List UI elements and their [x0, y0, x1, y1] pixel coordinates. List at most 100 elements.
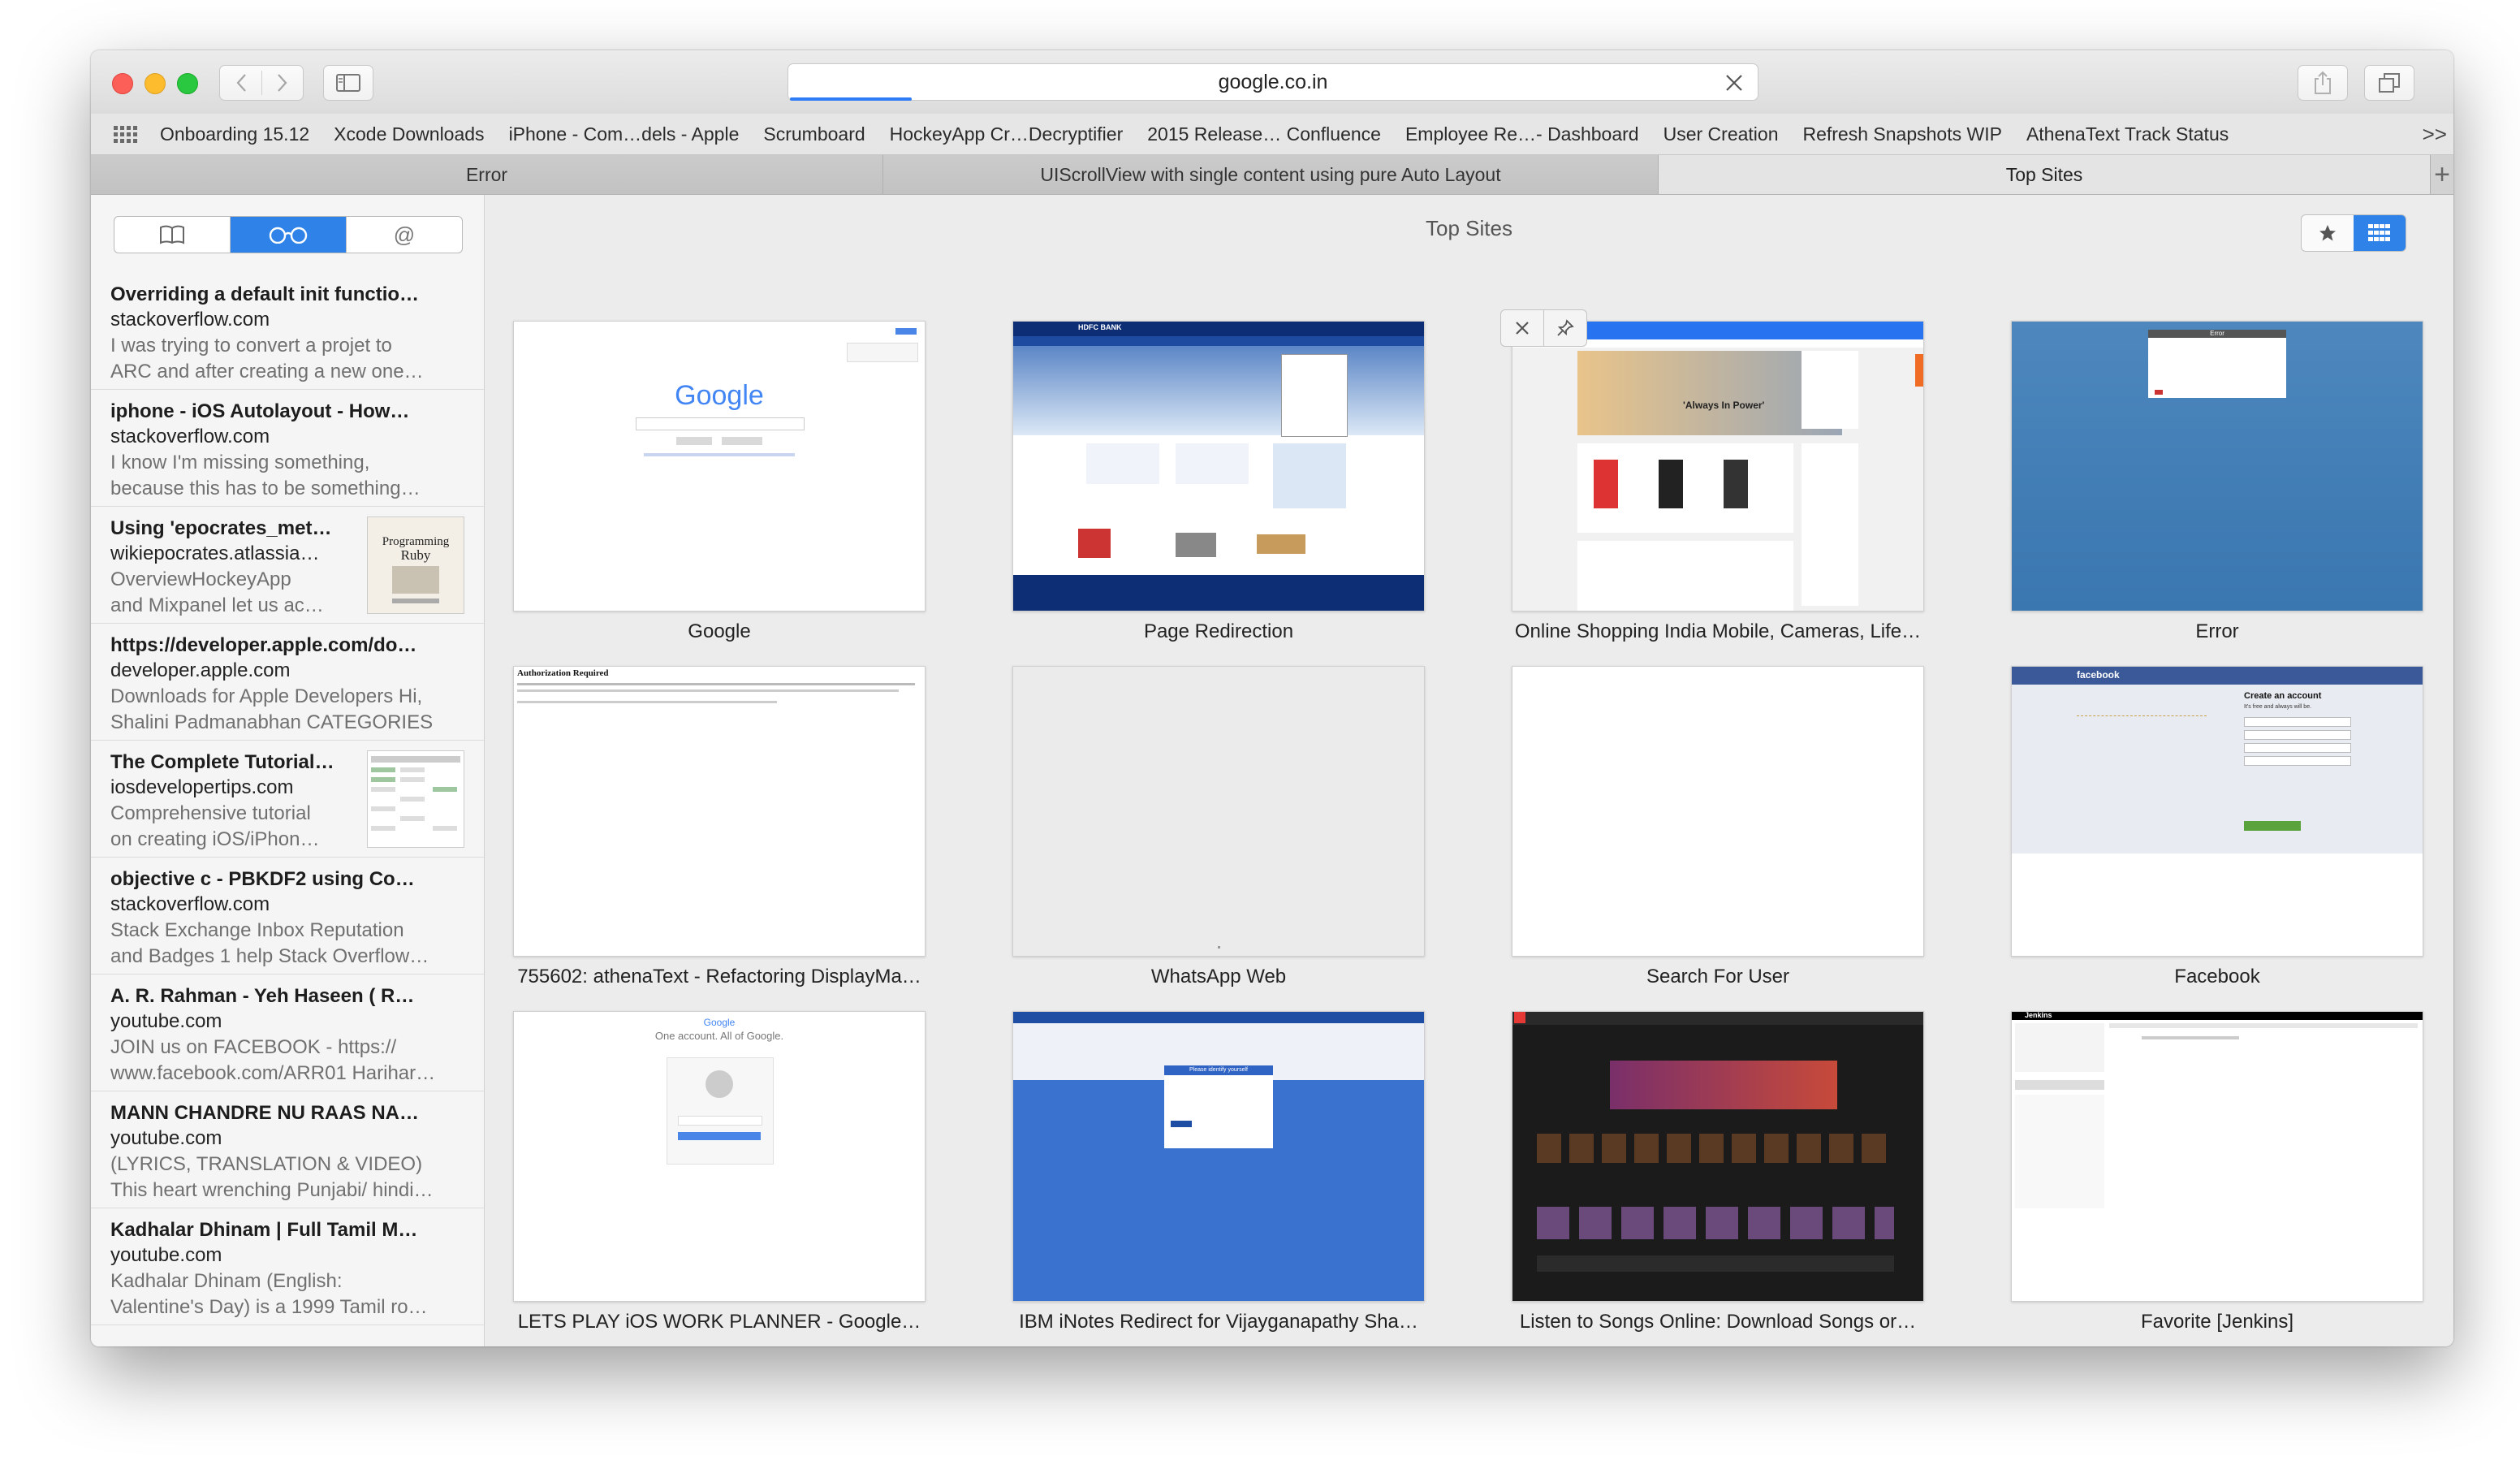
remove-site-button[interactable] [1500, 309, 1544, 347]
tile-label: WhatsApp Web [1150, 966, 1287, 987]
item-description: JOIN us on FACEBOOK - https:// [110, 1036, 397, 1058]
show-all-tabs-button[interactable] [2364, 65, 2414, 101]
top-sites-grid-icon[interactable] [114, 124, 138, 144]
item-description: Valentine's Day) is a 1999 Tamil ro… [110, 1296, 428, 1318]
site-thumbnail: Jenkins [2011, 1011, 2423, 1302]
item-description: (LYRICS, TRANSLATION & VIDEO) [110, 1153, 423, 1175]
top-site-tile[interactable]: Error Error [2011, 321, 2423, 644]
more-bookmarks-chevron-icon[interactable]: >> [2423, 122, 2447, 147]
bookmark-item[interactable]: User Creation [1651, 123, 1791, 145]
tile-label: Search For User [1646, 966, 1790, 987]
top-sites-view-button[interactable] [2354, 215, 2406, 251]
top-site-tile[interactable]: Jenkins Favorite [Jenkins] [2011, 1011, 2423, 1334]
item-title: Using 'epocrates_met… [110, 517, 332, 539]
reading-list-item[interactable]: The Complete Tutorial… iosdevelopertips.… [91, 741, 484, 858]
chevron-right-icon [277, 74, 287, 92]
tab-error[interactable]: Error [91, 155, 883, 194]
reading-list-item[interactable]: iphone - iOS Autolayout - How… stackover… [91, 390, 484, 507]
tabs-overview-icon [2379, 73, 2400, 93]
item-domain: stackoverflow.com [110, 426, 270, 447]
shared-links-tab[interactable]: @ [347, 217, 462, 253]
tab-top-sites[interactable]: Top Sites [1659, 155, 2431, 194]
bookmarks-tab[interactable] [114, 217, 231, 253]
sidebar: @ Overriding a default init functio… sta… [91, 195, 485, 1346]
top-site-tile[interactable]: 'Always In Power' Online Shopping India … [1500, 309, 1924, 644]
item-title: objective c - PBKDF2 using Co… [110, 868, 415, 890]
item-description: and Mixpanel let us ac… [110, 594, 324, 616]
site-thumbnail [1012, 666, 1425, 957]
item-title: Overriding a default init functio… [110, 283, 420, 305]
bookmark-item[interactable]: HockeyApp Cr…Decryptifier [878, 123, 1136, 145]
favorites-view-button[interactable] [2302, 215, 2354, 251]
bookmark-item[interactable]: Xcode Downloads [321, 123, 496, 145]
top-site-tile[interactable]: Google Google [513, 321, 926, 644]
close-icon [1516, 322, 1529, 335]
bookmark-item[interactable]: AthenaText Track Status [2014, 123, 2241, 145]
share-button[interactable] [2298, 65, 2348, 101]
top-site-tile[interactable]: HDFC BANK Page Redirection [1012, 321, 1425, 644]
item-description: and Badges 1 help Stack Overflow… [110, 945, 429, 967]
item-description: Shalini Padmanabhan CATEGORIES [110, 711, 434, 733]
reading-list-item[interactable]: MANN CHANDRE NU RAAS NA… youtube.com (LY… [91, 1091, 484, 1208]
item-title: iphone - iOS Autolayout - How… [110, 400, 410, 422]
share-icon [2315, 71, 2331, 94]
reading-list-item[interactable]: Kadhalar Dhinam | Full Tamil M… youtube.… [91, 1208, 484, 1325]
reading-list-tab[interactable] [231, 217, 347, 253]
tab-label: Error [465, 163, 508, 185]
top-site-tile[interactable]: Authorization Required 755602: athenaTex… [513, 666, 926, 989]
pin-icon [1557, 319, 1574, 336]
reading-list-item[interactable]: https://developer.apple.com/do… develope… [91, 624, 484, 741]
item-description: I was trying to convert a projet to [110, 335, 392, 357]
close-window-button[interactable] [112, 73, 133, 94]
item-domain: youtube.com [110, 1127, 222, 1149]
reading-list-item[interactable]: Overriding a default init functio… stack… [91, 273, 484, 390]
zoom-window-button[interactable] [177, 73, 198, 94]
forward-button[interactable] [261, 66, 303, 100]
toolbar: google.co.in [91, 50, 2453, 115]
book-cover-thumbnail: Programming Ruby [367, 516, 464, 614]
top-site-tile[interactable]: Search For User [1512, 666, 1924, 989]
plus-icon: + [2434, 158, 2450, 190]
item-description: on creating iOS/iPhon… [110, 828, 320, 850]
item-title: The Complete Tutorial… [110, 751, 334, 773]
reading-list-item[interactable]: Using 'epocrates_met… wikiepocrates.atla… [91, 507, 484, 624]
close-icon[interactable] [1724, 72, 1745, 93]
minimize-window-button[interactable] [145, 73, 166, 94]
tab-label: UIScrollView with single content using p… [1040, 163, 1501, 185]
top-site-tile[interactable]: Google One account. All of Google. LETS … [513, 1011, 926, 1334]
at-sign-icon: @ [393, 222, 416, 247]
book-icon [160, 225, 184, 244]
item-description: ARC and after creating a new one… [110, 361, 424, 382]
bookmark-item[interactable]: Employee Re…- Dashboard [1393, 123, 1651, 145]
reading-list-item[interactable]: A. R. Rahman - Yeh Haseen ( R… youtube.c… [91, 975, 484, 1091]
svg-text:Ruby: Ruby [401, 547, 431, 563]
back-button[interactable] [220, 66, 261, 100]
bookmark-item[interactable]: Refresh Snapshots WIP [1790, 123, 2013, 145]
bookmark-item[interactable]: 2015 Release… Confluence [1135, 123, 1393, 145]
top-site-tile[interactable]: Please identify yourself IBM iNotes Redi… [1012, 1011, 1425, 1334]
page-load-progress [790, 97, 912, 101]
top-site-tile[interactable]: WhatsApp Web [1012, 666, 1425, 989]
bookmark-item[interactable]: iPhone - Com…dels - Apple [497, 123, 752, 145]
tile-label: LETS PLAY iOS WORK PLANNER - Google… [517, 1311, 921, 1333]
chevron-left-icon [236, 74, 246, 92]
top-site-tile[interactable]: Listen to Songs Online: Download Songs o… [1512, 1011, 1924, 1334]
site-thumbnail: Google [513, 321, 926, 611]
svg-text:Programming: Programming [382, 535, 450, 548]
reading-list-item[interactable]: objective c - PBKDF2 using Co… stackover… [91, 858, 484, 975]
item-title: Kadhalar Dhinam | Full Tamil M… [110, 1219, 418, 1241]
sidebar-toggle-button[interactable] [323, 65, 373, 101]
site-thumbnail: Authorization Required [513, 666, 926, 957]
tab-uiscrollview[interactable]: UIScrollView with single content using p… [883, 155, 1659, 194]
item-description: because this has to be something… [110, 478, 421, 499]
site-thumbnail: Error [2011, 321, 2423, 611]
pin-site-button[interactable] [1544, 309, 1587, 347]
bookmark-item[interactable]: Scrumboard [751, 123, 877, 145]
bookmark-item[interactable]: Onboarding 15.12 [148, 123, 321, 145]
new-tab-button[interactable]: + [2431, 155, 2453, 194]
favorites-bar: Onboarding 15.12 Xcode Downloads iPhone … [91, 114, 2453, 155]
address-bar[interactable]: google.co.in [788, 63, 1758, 101]
reading-list: Overriding a default init functio… stack… [91, 273, 484, 1325]
top-site-tile[interactable]: facebook Create an account It's free and… [2011, 666, 2423, 989]
item-description: Kadhalar Dhinam (English: [110, 1270, 343, 1292]
